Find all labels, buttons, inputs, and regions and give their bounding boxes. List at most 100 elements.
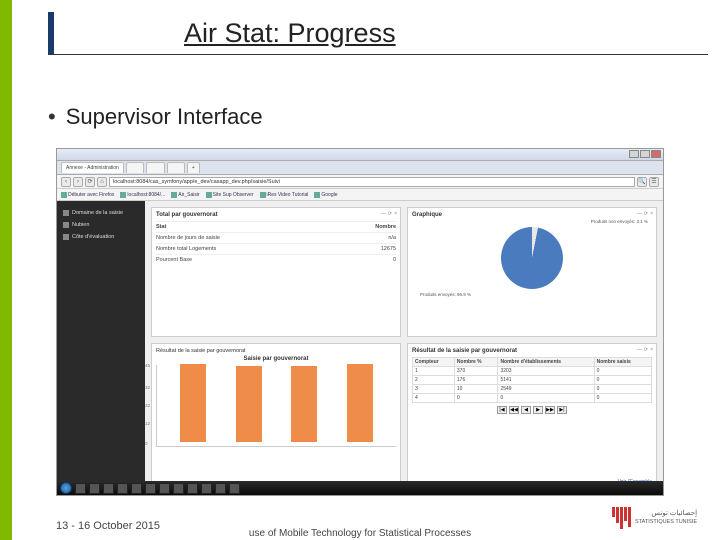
close-button[interactable] (651, 150, 661, 158)
bullet-text: Supervisor Interface (66, 104, 263, 129)
panel-tools: —⟳× (381, 211, 397, 217)
minimize-icon[interactable]: — (381, 211, 386, 217)
maximize-button[interactable] (640, 150, 650, 158)
minimize-icon[interactable]: — (637, 211, 642, 217)
menu-icon[interactable]: ☰ (649, 177, 659, 187)
footer-caption: use of Mobile Technology for Statistical… (200, 528, 520, 540)
table-row: 31025490 (413, 385, 652, 394)
window-controls (629, 150, 661, 158)
pager: |◀ ◀◀ ◀ ▶ ▶▶ ▶| (412, 406, 652, 414)
app-body: Domaine de la saisie Nubien Côte d'évalu… (57, 201, 663, 495)
bookmark-item[interactable]: Débuter avec Firefox (61, 192, 114, 198)
forward-button[interactable]: › (73, 177, 83, 187)
gear-icon (63, 234, 69, 240)
close-icon[interactable]: × (394, 211, 397, 217)
taskbar-icon[interactable] (131, 483, 142, 494)
taskbar-icon[interactable] (229, 483, 240, 494)
minimize-icon[interactable]: — (637, 347, 642, 353)
taskbar-icon[interactable] (75, 483, 86, 494)
pager-last[interactable]: ▶| (557, 406, 567, 414)
minimize-button[interactable] (629, 150, 639, 158)
taskbar-icon[interactable] (103, 483, 114, 494)
address-bar-row: ‹ › ⟳ ⌂ localhost:8084/cas_symfony/app/e… (57, 175, 663, 189)
footer-date: 13 - 16 October 2015 (56, 520, 160, 532)
y-tick: 32 (145, 385, 150, 390)
pie-slice-label: Produits envoyés: 96.9 % (420, 292, 471, 297)
table-header-row: StatNombre (156, 221, 396, 232)
bookmark-icon (314, 192, 320, 198)
home-button[interactable]: ⌂ (97, 177, 107, 187)
close-icon[interactable]: × (650, 211, 653, 217)
bookmark-bar: Débuter avec Firefox localhost:8084/... … (57, 189, 663, 201)
taskbar-icon[interactable] (145, 483, 156, 494)
sidebar: Domaine de la saisie Nubien Côte d'évalu… (57, 201, 145, 495)
chart-title: Saisie par gouvernorat (156, 356, 396, 362)
browser-tab[interactable] (126, 162, 144, 173)
slide-title: Air Stat: Progress (54, 12, 528, 49)
y-tick: 0 (145, 441, 148, 446)
back-button[interactable]: ‹ (61, 177, 71, 187)
taskbar-icon[interactable] (201, 483, 212, 494)
slide-accent-rail (0, 0, 12, 540)
refresh-icon[interactable]: ⟳ (644, 211, 648, 217)
bar-chart: 45 32 22 12 0 (156, 365, 396, 447)
bookmark-item[interactable]: localhost:8084/... (120, 192, 165, 198)
reload-button[interactable]: ⟳ (85, 177, 95, 187)
pager-prev-fast[interactable]: ◀◀ (509, 406, 519, 414)
bookmark-item[interactable]: Google (314, 192, 337, 198)
results-table: Compteur Nombre % Nombre d'établissement… (412, 357, 652, 403)
main-dashboard: Total par gouvernorat —⟳× StatNombre Nom… (145, 201, 663, 495)
panel-title: Total par gouvernorat (156, 212, 396, 218)
bookmark-icon (260, 192, 266, 198)
bookmark-item[interactable]: Air_Saisir (171, 192, 199, 198)
refresh-icon[interactable]: ⟳ (644, 347, 648, 353)
logo-text: إحصائيات تونس STATISTIQUES TUNISIE (635, 510, 697, 526)
title-underline (48, 54, 708, 55)
sidebar-item[interactable]: Domaine de la saisie (61, 207, 141, 219)
bar (236, 366, 262, 442)
pager-next-fast[interactable]: ▶▶ (545, 406, 555, 414)
folder-icon (63, 222, 69, 228)
logo-bars-icon (612, 507, 631, 529)
taskbar-icon[interactable] (159, 483, 170, 494)
browser-tab[interactable] (167, 162, 185, 173)
taskbar-icon[interactable] (89, 483, 100, 494)
taskbar-icon[interactable] (173, 483, 184, 494)
gauge-icon (63, 210, 69, 216)
y-tick: 22 (145, 403, 150, 408)
pager-first[interactable]: |◀ (497, 406, 507, 414)
search-icon[interactable]: 🔍 (637, 177, 647, 187)
panel-title: Graphique (412, 212, 652, 218)
pager-prev[interactable]: ◀ (521, 406, 531, 414)
bar (291, 366, 317, 442)
window-titlebar[interactable] (57, 149, 663, 161)
sidebar-item[interactable]: Nubien (61, 219, 141, 231)
bullet-supervisor-interface: •Supervisor Interface (48, 104, 263, 130)
windows-taskbar[interactable] (57, 481, 663, 495)
browser-tab-strip: Annexe - Administration + (57, 161, 663, 175)
panel-bar-chart: Résultat de la saisie par gouvernorat Sa… (151, 343, 401, 489)
url-input[interactable]: localhost:8084/cas_symfony/app/e_dev/cas… (109, 177, 635, 187)
bookmark-item[interactable]: iRes Video Tutorial (260, 192, 309, 198)
taskbar-icon[interactable] (117, 483, 128, 494)
refresh-icon[interactable]: ⟳ (388, 211, 392, 217)
panel-graphique: Graphique —⟳× Produits non envoyés: 3.1 … (407, 207, 657, 337)
table-row: Nombre total Logements12675 (156, 243, 396, 254)
slide-title-bar: Air Stat: Progress (48, 12, 528, 54)
new-tab-button[interactable]: + (187, 162, 200, 173)
pie-chart: Produits non envoyés: 3.1 % Produits env… (412, 221, 652, 295)
pie-slice-label: Produits non envoyés: 3.1 % (591, 219, 648, 224)
bookmark-icon (61, 192, 67, 198)
bookmark-item[interactable]: Site Sup Observer (206, 192, 254, 198)
bar (180, 364, 206, 442)
close-icon[interactable]: × (650, 347, 653, 353)
sidebar-item[interactable]: Côte d'évaluation (61, 231, 141, 243)
table-row: Nombre de jours de saisien/a (156, 232, 396, 243)
bar (347, 364, 373, 442)
browser-tab[interactable]: Annexe - Administration (61, 162, 124, 173)
taskbar-icon[interactable] (215, 483, 226, 494)
taskbar-icon[interactable] (187, 483, 198, 494)
start-button[interactable] (60, 482, 72, 494)
browser-tab[interactable] (146, 162, 164, 173)
pager-next[interactable]: ▶ (533, 406, 543, 414)
